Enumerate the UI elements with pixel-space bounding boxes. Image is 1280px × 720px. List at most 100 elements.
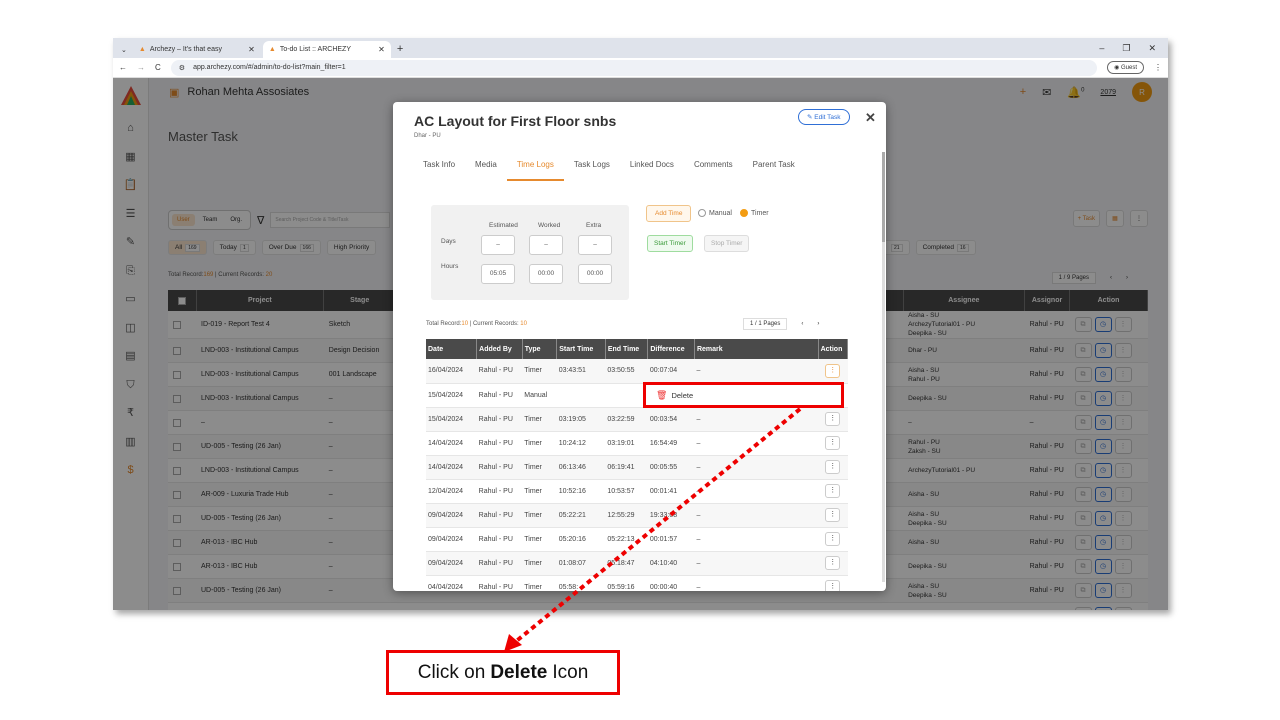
callout-bold: Delete: [490, 661, 548, 683]
log-row: 04/04/2024 Rahul - PU Timer 05:58: 05:59:16 0…: [426, 575, 848, 591]
log-action-cell: ⋮: [818, 407, 848, 432]
delete-menu-item[interactable]: 🗑 Delete: [652, 387, 698, 403]
manual-radio[interactable]: Manual: [698, 209, 732, 217]
add-time-button[interactable]: Add Time: [646, 205, 692, 222]
log-action-cell: ⋮: [818, 479, 848, 504]
log-row: 14/04/2024 Rahul - PU Timer 10:24:12 03:19:0…: [426, 431, 848, 456]
row-menu-icon[interactable]: ⋮: [825, 460, 841, 474]
remark-cell: –: [694, 407, 819, 432]
log-action-cell: ⋮: [818, 455, 848, 480]
remark-cell: –: [694, 479, 819, 504]
new-tab-icon[interactable]: +: [397, 41, 403, 58]
start-timer-button[interactable]: Start Timer: [647, 235, 693, 252]
row-menu-icon[interactable]: ⋮: [825, 484, 841, 498]
log-action-cell: ⋮: [818, 431, 848, 456]
task-modal: AC Layout for First Floor snbs Dhar - PU…: [393, 102, 886, 591]
browser-toolbar: ← → C ⚙ app.archezy.com/#/admin/to-do-li…: [113, 58, 1168, 78]
address-bar[interactable]: ⚙ app.archezy.com/#/admin/to-do-list?mai…: [170, 59, 1098, 76]
remark-cell: –: [694, 527, 819, 552]
log-row: 09/04/2024 Rahul - PU Timer 01:08:07 05:18:4…: [426, 551, 848, 576]
log-col-added-by: Added By: [476, 339, 523, 359]
restore-icon[interactable]: ❐: [1122, 43, 1130, 54]
remark-cell: –: [694, 359, 819, 384]
start-time-cell: 06:13:46: [556, 455, 606, 480]
row-menu-icon[interactable]: ⋮: [825, 363, 841, 378]
worked-hours: 00:00: [529, 264, 563, 284]
estimated-hours: 05:05: [481, 264, 515, 284]
remark-cell: –: [694, 575, 819, 591]
modal-scrollbar[interactable]: [882, 152, 885, 582]
instruction-callout: Click on Delete Icon: [386, 650, 620, 695]
browser-tab-archezy[interactable]: ▲ Archezy – It's that easy ✕: [133, 41, 261, 58]
start-time-cell: 10:24:12: [556, 431, 606, 456]
tab-media[interactable]: Media: [465, 152, 507, 181]
row-menu-icon[interactable]: ⋮: [825, 556, 841, 570]
date-cell: 14/04/2024: [426, 431, 477, 456]
browser-menu-icon[interactable]: ⋮: [1154, 63, 1162, 72]
date-cell: 15/04/2024: [426, 407, 477, 432]
remark-cell: –: [694, 431, 819, 456]
log-col-start-time: Start Time: [556, 339, 606, 359]
browser-window: ⌄ ▲ Archezy – It's that easy ✕ ▲ To-do L…: [113, 38, 1168, 610]
log-page-indicator: 1 / 1 Pages: [743, 318, 788, 330]
added-by-cell: Rahul - PU: [476, 479, 523, 504]
end-time-cell: 10:53:57: [605, 479, 648, 504]
difference-cell: 00:03:54: [647, 407, 695, 432]
tab-search-icon[interactable]: ⌄: [121, 46, 127, 54]
log-next-page-icon[interactable]: ›: [817, 321, 819, 327]
row-menu-icon[interactable]: ⋮: [825, 580, 841, 591]
tab-task-logs[interactable]: Task Logs: [564, 152, 620, 181]
back-icon[interactable]: ←: [119, 63, 127, 72]
archezy-favicon-icon: ▲: [138, 46, 146, 53]
log-col-action: Action: [818, 339, 849, 359]
date-cell: 14/04/2024: [426, 455, 477, 480]
site-info-icon[interactable]: ⚙: [179, 64, 185, 72]
log-row: 16/04/2024 Rahul - PU Timer 03:43:51 03:50:5…: [426, 359, 848, 384]
log-prev-page-icon[interactable]: ‹: [801, 321, 803, 327]
guest-profile-button[interactable]: ◉ Guest: [1107, 61, 1144, 74]
worked-label: Worked: [538, 222, 561, 229]
row-menu-icon[interactable]: ⋮: [825, 436, 841, 450]
tab-parent-task[interactable]: Parent Task: [743, 152, 805, 181]
tab-label: To-do List :: ARCHEZY: [279, 46, 352, 53]
end-time-cell: 03:50:55: [605, 359, 648, 384]
tab-task-info[interactable]: Task Info: [413, 152, 465, 181]
log-pagination: 1 / 1 Pages ‹ ›: [743, 318, 819, 330]
close-tab-icon[interactable]: ✕: [378, 45, 385, 54]
browser-tab-todo[interactable]: ▲ To-do List :: ARCHEZY ✕: [262, 41, 391, 58]
stop-timer-button[interactable]: Stop Timer: [704, 235, 750, 252]
log-action-cell: ⋮: [818, 551, 848, 576]
timer-radio[interactable]: Timer: [740, 209, 769, 217]
row-menu-icon[interactable]: ⋮: [825, 508, 841, 522]
type-cell: Timer: [522, 407, 557, 432]
modal-tabs: Task Info Media Time Logs Task Logs Linked D…: [413, 152, 805, 181]
close-window-icon[interactable]: ✕: [1148, 43, 1156, 54]
edit-task-button[interactable]: ✎ Edit Task: [798, 109, 850, 125]
row-menu-icon[interactable]: ⋮: [825, 532, 841, 546]
tab-linked-docs[interactable]: Linked Docs: [620, 152, 684, 181]
added-by-cell: Rahul - PU: [476, 359, 523, 384]
time-summary: Estimated Worked Extra Days Hours – – – …: [431, 205, 629, 300]
window-controls: – ❐ ✕: [1099, 38, 1168, 58]
extra-days: –: [578, 235, 612, 255]
tab-time-logs[interactable]: Time Logs: [506, 152, 564, 181]
trash-icon[interactable]: 🗑: [656, 390, 667, 401]
difference-cell: 04:10:40: [647, 551, 695, 576]
minimize-icon[interactable]: –: [1099, 43, 1104, 53]
tab-comments[interactable]: Comments: [684, 152, 743, 181]
forward-icon[interactable]: →: [137, 63, 145, 72]
delete-menu-highlight: 🗑 Delete: [643, 382, 844, 408]
row-menu-icon[interactable]: ⋮: [825, 412, 841, 426]
callout-pre: Click on: [417, 661, 486, 683]
end-time-cell: 05:22:13: [605, 527, 648, 552]
log-row: 12/04/2024 Rahul - PU Timer 10:52:16 10:53:5…: [426, 479, 848, 504]
log-col-end-time: End Time: [605, 339, 649, 359]
difference-cell: 16:54:49: [647, 431, 695, 456]
log-row: 09/04/2024 Rahul - PU Timer 05:20:16 05:22:1…: [426, 527, 848, 552]
close-tab-icon[interactable]: ✕: [248, 45, 255, 54]
date-cell: 15/04/2024: [426, 383, 477, 408]
type-cell: Timer: [522, 479, 557, 504]
date-cell: 12/04/2024: [426, 479, 477, 504]
reload-icon[interactable]: C: [155, 63, 161, 72]
close-modal-icon[interactable]: ✕: [865, 110, 876, 126]
